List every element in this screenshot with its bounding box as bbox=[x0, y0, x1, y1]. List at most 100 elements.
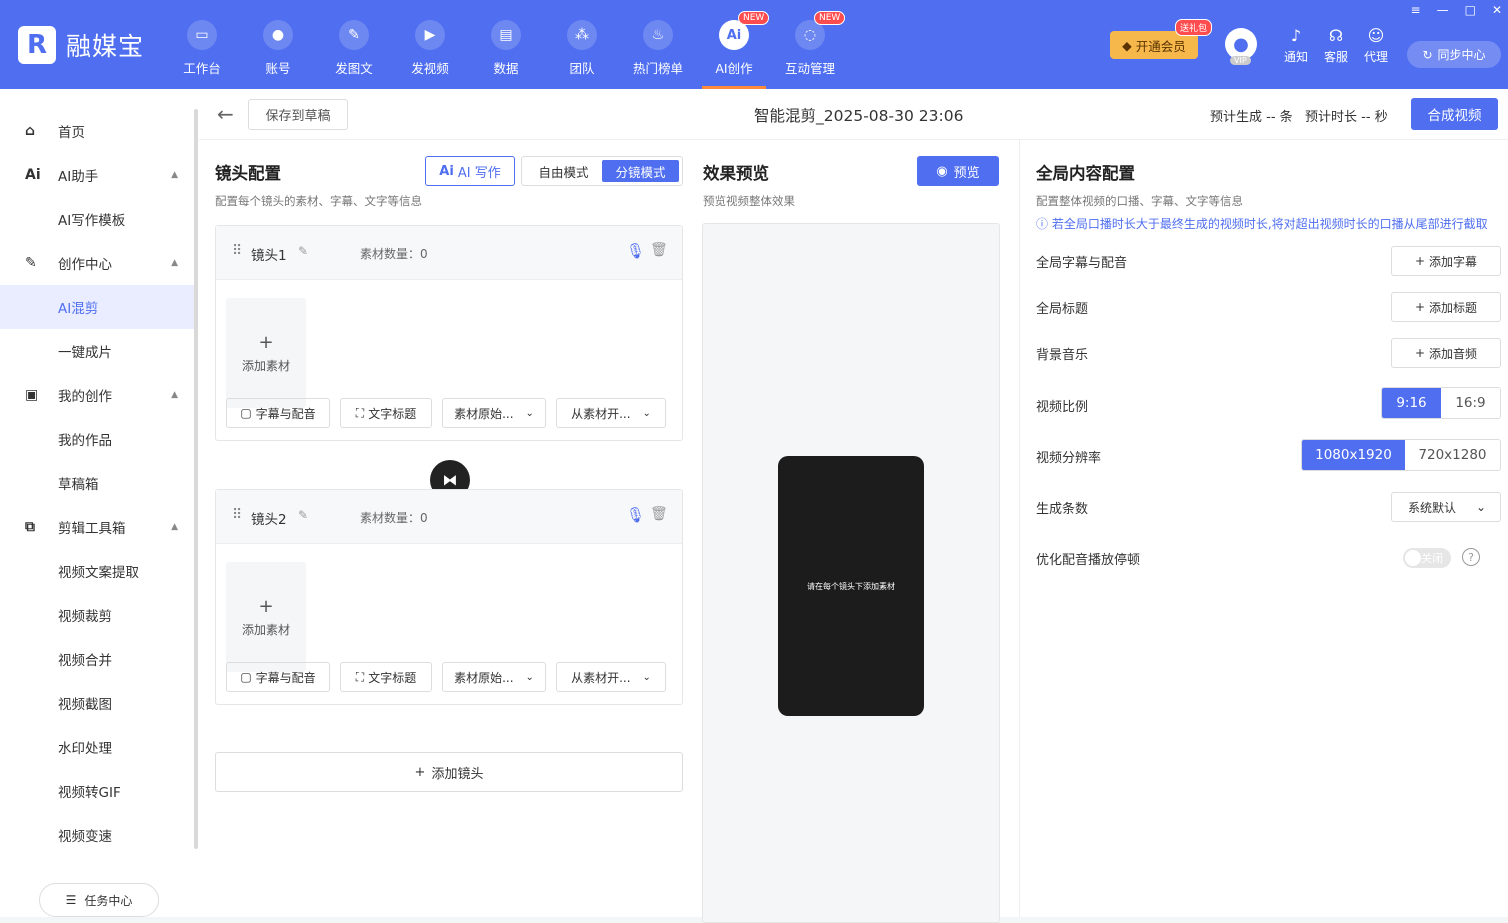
save-draft-button[interactable]: 保存到草稿 bbox=[248, 99, 348, 130]
sidebar-item-label: 视频文案提取 bbox=[58, 565, 139, 581]
sidebar-scrollbar[interactable] bbox=[194, 109, 198, 849]
sidebar-item-label: 视频裁剪 bbox=[58, 609, 112, 625]
support-button[interactable]: ☊ 客服 bbox=[1322, 26, 1350, 65]
task-center-label: 任务中心 bbox=[84, 893, 133, 908]
btn-label: 字幕与配音 bbox=[255, 406, 316, 421]
drag-handle-icon[interactable]: ⠿ bbox=[232, 243, 242, 259]
subtitle-voice-button[interactable]: ▢ 字幕与配音 bbox=[226, 662, 330, 692]
menu-icon[interactable]: ≡ bbox=[1411, 3, 1421, 17]
sidebar-item-my-works[interactable]: 我的作品 bbox=[0, 417, 194, 461]
add-material-button[interactable]: + 添加素材 bbox=[226, 562, 306, 672]
sidebar-item-to-gif[interactable]: 视频转GIF bbox=[0, 769, 194, 813]
vip-label: 开通会员 bbox=[1135, 38, 1186, 54]
chevron-down-icon: ⌄ bbox=[642, 407, 651, 419]
add-title-button[interactable]: + 添加标题 bbox=[1391, 292, 1501, 322]
sidebar-item-ai-write-template[interactable]: AI写作模板 bbox=[0, 197, 194, 241]
preview-eye-icon: ◉ bbox=[936, 163, 948, 179]
ai-write-label: AI 写作 bbox=[457, 165, 501, 181]
ratio-9-16-option[interactable]: 9:16 bbox=[1382, 388, 1441, 418]
nav-team[interactable]: ⁂ 团队 bbox=[550, 0, 614, 89]
nav-label: AI创作 bbox=[715, 61, 753, 76]
nav-hot-list[interactable]: ♨ 热门榜单 bbox=[626, 0, 690, 89]
mic-icon[interactable]: 🎙 bbox=[626, 506, 645, 524]
sidebar-item-drafts[interactable]: 草稿箱 bbox=[0, 461, 194, 505]
trash-icon[interactable]: 🗑 bbox=[650, 506, 668, 522]
back-arrow-icon[interactable]: ← bbox=[217, 102, 234, 126]
nav-label: 互动管理 bbox=[784, 61, 835, 76]
sync-center-button[interactable]: ↻ 同步中心 bbox=[1407, 41, 1501, 68]
task-center-button[interactable]: ☰ 任务中心 bbox=[39, 883, 159, 917]
chevron-down-icon: ⌄ bbox=[1475, 500, 1486, 514]
add-material-button[interactable]: + 添加素材 bbox=[226, 298, 306, 408]
subtitle-voice-button[interactable]: ▢ 字幕与配音 bbox=[226, 398, 330, 428]
agent-button[interactable]: ☺ 代理 bbox=[1362, 26, 1390, 65]
main-nav: ▭ 工作台 ● 账号 ✎ 发图文 ▶ 发视频 ▤ 数据 ⁂ 团队 ♨ 热门榜单 Ai NEW AI… bbox=[170, 0, 854, 89]
preview-button[interactable]: ◉ 预览 bbox=[917, 156, 999, 186]
help-icon[interactable]: ? bbox=[1462, 548, 1480, 566]
add-audio-button[interactable]: + 添加音频 bbox=[1391, 338, 1501, 368]
trash-icon[interactable]: 🗑 bbox=[650, 242, 668, 258]
select-label: 素材原始... bbox=[454, 406, 514, 421]
nav-post-video[interactable]: ▶ 发视频 bbox=[398, 0, 462, 89]
nav-data[interactable]: ▤ 数据 bbox=[474, 0, 538, 89]
from-material-start-select[interactable]: 从素材开... ⌄ bbox=[556, 662, 666, 692]
sidebar-item-crop[interactable]: 视频裁剪 bbox=[0, 593, 194, 637]
material-original-select[interactable]: 素材原始... ⌄ bbox=[442, 398, 546, 428]
ai-write-button[interactable]: Ai AI 写作 bbox=[425, 156, 515, 186]
sidebar-item-merge[interactable]: 视频合并 bbox=[0, 637, 194, 681]
sidebar-item-ai-assistant[interactable]: Ai AI助手 ▲ bbox=[0, 153, 194, 197]
select-value: 系统默认 bbox=[1408, 500, 1457, 515]
drag-handle-icon[interactable]: ⠿ bbox=[232, 507, 242, 523]
sidebar-item-one-click[interactable]: 一键成片 bbox=[0, 329, 194, 373]
close-icon[interactable]: ✕ bbox=[1492, 3, 1502, 17]
btn-label: 添加标题 bbox=[1429, 300, 1478, 315]
free-mode-option[interactable]: 自由模式 bbox=[525, 160, 602, 182]
nav-interaction[interactable]: ◌ NEW 互动管理 bbox=[778, 0, 846, 89]
text-title-button[interactable]: ⛶ 文字标题 bbox=[340, 398, 432, 428]
notify-button[interactable]: ♪ 通知 bbox=[1282, 26, 1310, 65]
res-1080-option[interactable]: 1080x1920 bbox=[1302, 440, 1405, 470]
text-title-button[interactable]: ⛶ 文字标题 bbox=[340, 662, 432, 692]
sidebar-item-label: 视频合并 bbox=[58, 653, 112, 669]
edit-icon[interactable]: ✎ bbox=[298, 508, 308, 522]
maximize-icon[interactable]: □ bbox=[1465, 3, 1476, 17]
sidebar-item-create-center[interactable]: ✎ 创作中心 ▲ bbox=[0, 241, 194, 285]
from-material-start-select[interactable]: 从素材开... ⌄ bbox=[556, 398, 666, 428]
minimize-icon[interactable]: — bbox=[1437, 3, 1449, 17]
select-label: 从素材开... bbox=[571, 406, 631, 421]
btn-label: 文字标题 bbox=[368, 406, 417, 421]
nav-post-article[interactable]: ✎ 发图文 bbox=[322, 0, 386, 89]
material-count: 素材数量：0 bbox=[360, 247, 428, 261]
sidebar-item-speed[interactable]: 视频变速 bbox=[0, 813, 194, 857]
sidebar-item-watermark[interactable]: 水印处理 bbox=[0, 725, 194, 769]
mic-icon[interactable]: 🎙 bbox=[626, 242, 645, 260]
sidebar-item-edit-toolbox[interactable]: ⧉ 剪辑工具箱 ▲ bbox=[0, 505, 194, 549]
count-select[interactable]: 系统默认 ⌄ bbox=[1391, 492, 1501, 522]
edit-icon[interactable]: ✎ bbox=[298, 244, 308, 258]
sidebar-item-label: 我的创作 bbox=[58, 389, 112, 405]
ratio-16-9-option[interactable]: 16:9 bbox=[1441, 388, 1500, 418]
sidebar-item-my-creation[interactable]: ▣ 我的创作 ▲ bbox=[0, 373, 194, 417]
nav-ai-create[interactable]: Ai NEW AI创作 bbox=[702, 0, 770, 89]
sync-label: 同步中心 bbox=[1437, 48, 1486, 62]
add-shot-button[interactable]: + 添加镜头 bbox=[215, 752, 683, 792]
optimize-switch[interactable]: 关闭 bbox=[1403, 548, 1451, 568]
sidebar-item-ai-mix[interactable]: AI混剪 bbox=[0, 285, 194, 329]
compose-video-button[interactable]: 合成视频 bbox=[1411, 98, 1498, 130]
global-title-label: 全局标题 bbox=[1036, 302, 1089, 317]
sidebar-item-home[interactable]: ⌂ 首页 bbox=[0, 109, 194, 153]
storyboard-mode-option[interactable]: 分镜模式 bbox=[602, 160, 679, 182]
add-subtitle-button[interactable]: + 添加字幕 bbox=[1391, 246, 1501, 276]
bell-icon: ♪ bbox=[1290, 26, 1302, 45]
sidebar-item-screenshot[interactable]: 视频截图 bbox=[0, 681, 194, 725]
ai-icon: Ai bbox=[439, 163, 454, 179]
chevron-down-icon: ⌄ bbox=[525, 671, 534, 683]
sidebar-item-label: AI写作模板 bbox=[58, 213, 126, 229]
nav-account[interactable]: ● 账号 bbox=[246, 0, 310, 89]
app-logo[interactable]: R 融媒宝 bbox=[18, 26, 144, 64]
res-720-option[interactable]: 720x1280 bbox=[1404, 440, 1500, 470]
shot-actions: ▢ 字幕与配音 ⛶ 文字标题 素材原始... ⌄ 从素材开... ⌄ bbox=[226, 662, 666, 692]
nav-workbench[interactable]: ▭ 工作台 bbox=[170, 0, 234, 89]
material-original-select[interactable]: 素材原始... ⌄ bbox=[442, 662, 546, 692]
sidebar-item-extract-text[interactable]: 视频文案提取 bbox=[0, 549, 194, 593]
